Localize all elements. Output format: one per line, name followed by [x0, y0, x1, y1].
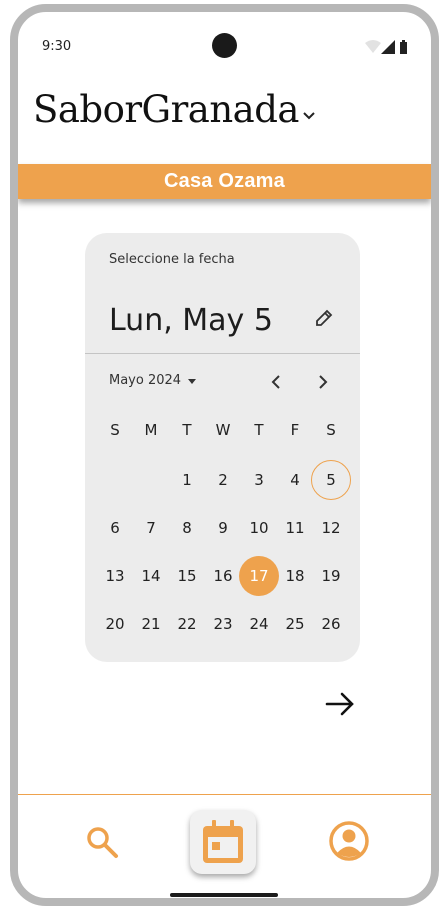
status-time: 9:30	[42, 39, 72, 54]
calendar-day[interactable]: 10	[241, 504, 277, 552]
weekday-label: M	[144, 421, 158, 439]
calendar-day-label: 21	[141, 615, 161, 633]
calendar-day[interactable]: 8	[169, 504, 205, 552]
battery-icon	[400, 42, 407, 54]
calendar-day-label: 9	[218, 519, 228, 537]
chevron-left-icon[interactable]	[266, 372, 286, 392]
calendar-day[interactable]: 2	[205, 456, 241, 504]
calendar-day-label: 13	[105, 567, 125, 585]
calendar-day[interactable]: 5	[311, 456, 351, 504]
calendar-day-label: 11	[285, 519, 305, 537]
chevron-right-icon[interactable]	[313, 372, 333, 392]
day-highlight	[95, 460, 135, 500]
weekday-label: T	[254, 421, 264, 439]
calendar-day[interactable]: 17	[239, 552, 279, 600]
calendar-day-empty	[133, 456, 169, 504]
calendar-day-grid: 1 2 3 4 5 6 7 8 9 10 11 12 13 14 15 16 17 18 19 20 21 22 23 24 2…	[97, 456, 351, 648]
month-selector[interactable]: Mayo 2024	[109, 373, 197, 388]
day-highlight	[131, 460, 171, 500]
calendar-day[interactable]: 15	[169, 552, 205, 600]
bottom-nav-divider	[18, 794, 431, 795]
weekday-label: F	[290, 421, 300, 439]
weekday-label: W	[215, 421, 231, 439]
weekday-header: S M T W T F S	[97, 421, 349, 445]
date-picker: Seleccione la fecha Lun, May 5 Mayo 2024…	[85, 233, 360, 662]
calendar-day[interactable]: 1	[169, 456, 205, 504]
wifi-icon	[365, 40, 381, 53]
calendar-day-label: 12	[321, 519, 341, 537]
weekday-label: S	[110, 421, 120, 439]
calendar-day-label: 18	[285, 567, 305, 585]
camera-cutout	[212, 33, 237, 58]
calendar-day[interactable]: 12	[313, 504, 349, 552]
calendar-day-label: 26	[321, 615, 341, 633]
calendar-day[interactable]: 4	[277, 456, 313, 504]
calendar-day[interactable]: 11	[277, 504, 313, 552]
calendar-day[interactable]: 9	[205, 504, 241, 552]
calendar-day[interactable]: 25	[277, 600, 313, 648]
calendar-day-label: 10	[249, 519, 269, 537]
calendar-day-label: 15	[177, 567, 197, 585]
calendar-day-label: 4	[290, 471, 300, 489]
pencil-icon[interactable]	[313, 307, 335, 329]
calendar-day[interactable]: 22	[169, 600, 205, 648]
calendar-day[interactable]: 18	[277, 552, 313, 600]
calendar-day-label: 14	[141, 567, 161, 585]
date-picker-divider	[85, 353, 360, 354]
signal-icon	[381, 40, 395, 54]
caret-down-icon	[188, 378, 197, 384]
calendar-day[interactable]: 20	[97, 600, 133, 648]
restaurant-banner: Casa Ozama	[18, 164, 431, 199]
calendar-day[interactable]: 13	[97, 552, 133, 600]
app-header: SaborGranada	[18, 82, 431, 152]
weekday-label: S	[326, 421, 336, 439]
home-indicator	[170, 893, 278, 897]
calendar-day[interactable]: 21	[133, 600, 169, 648]
arrow-right-icon[interactable]	[323, 687, 357, 721]
calendar-day-label: 16	[213, 567, 233, 585]
calendar-day[interactable]: 23	[205, 600, 241, 648]
calendar-day[interactable]: 6	[97, 504, 133, 552]
calendar-day[interactable]: 19	[313, 552, 349, 600]
calendar-day-label: 6	[110, 519, 120, 537]
calendar-day[interactable]: 14	[133, 552, 169, 600]
date-picker-heading: Seleccione la fecha	[109, 252, 235, 267]
status-icons	[365, 40, 407, 54]
calendar-day[interactable]: 24	[241, 600, 277, 648]
calendar-day-label: 5	[326, 471, 336, 489]
calendar-icon	[203, 820, 243, 863]
calendar-day-label: 2	[218, 471, 228, 489]
calendar-day-label: 17	[249, 567, 269, 585]
weekday-label: T	[182, 421, 192, 439]
calendar-day[interactable]: 7	[133, 504, 169, 552]
phone-frame: 9:30 SaborGranada Casa Ozama Seleccione …	[10, 4, 439, 906]
calendar-day-label: 7	[146, 519, 156, 537]
app-title: SaborGranada	[33, 88, 300, 131]
calendar-day-label: 19	[321, 567, 341, 585]
calendar-day[interactable]: 3	[241, 456, 277, 504]
selected-date-text: Lun, May 5	[109, 303, 273, 338]
calendar-day-label: 3	[254, 471, 264, 489]
chevron-down-icon[interactable]	[300, 106, 318, 124]
search-icon[interactable]	[84, 824, 120, 860]
calendar-day-label: 8	[182, 519, 192, 537]
status-bar: 9:30	[18, 12, 431, 72]
calendar-day-label: 1	[182, 471, 192, 489]
calendar-day[interactable]: 26	[313, 600, 349, 648]
account-circle-icon[interactable]	[328, 820, 370, 862]
calendar-day[interactable]: 16	[205, 552, 241, 600]
nav-calendar-button[interactable]	[190, 810, 256, 874]
calendar-day-label: 24	[249, 615, 269, 633]
calendar-day-label: 20	[105, 615, 125, 633]
calendar-day-label: 23	[213, 615, 233, 633]
restaurant-name: Casa Ozama	[164, 170, 285, 192]
calendar-day-label: 25	[285, 615, 305, 633]
calendar-day-empty	[97, 456, 133, 504]
month-label: Mayo 2024	[109, 373, 182, 388]
calendar-day-label: 22	[177, 615, 197, 633]
